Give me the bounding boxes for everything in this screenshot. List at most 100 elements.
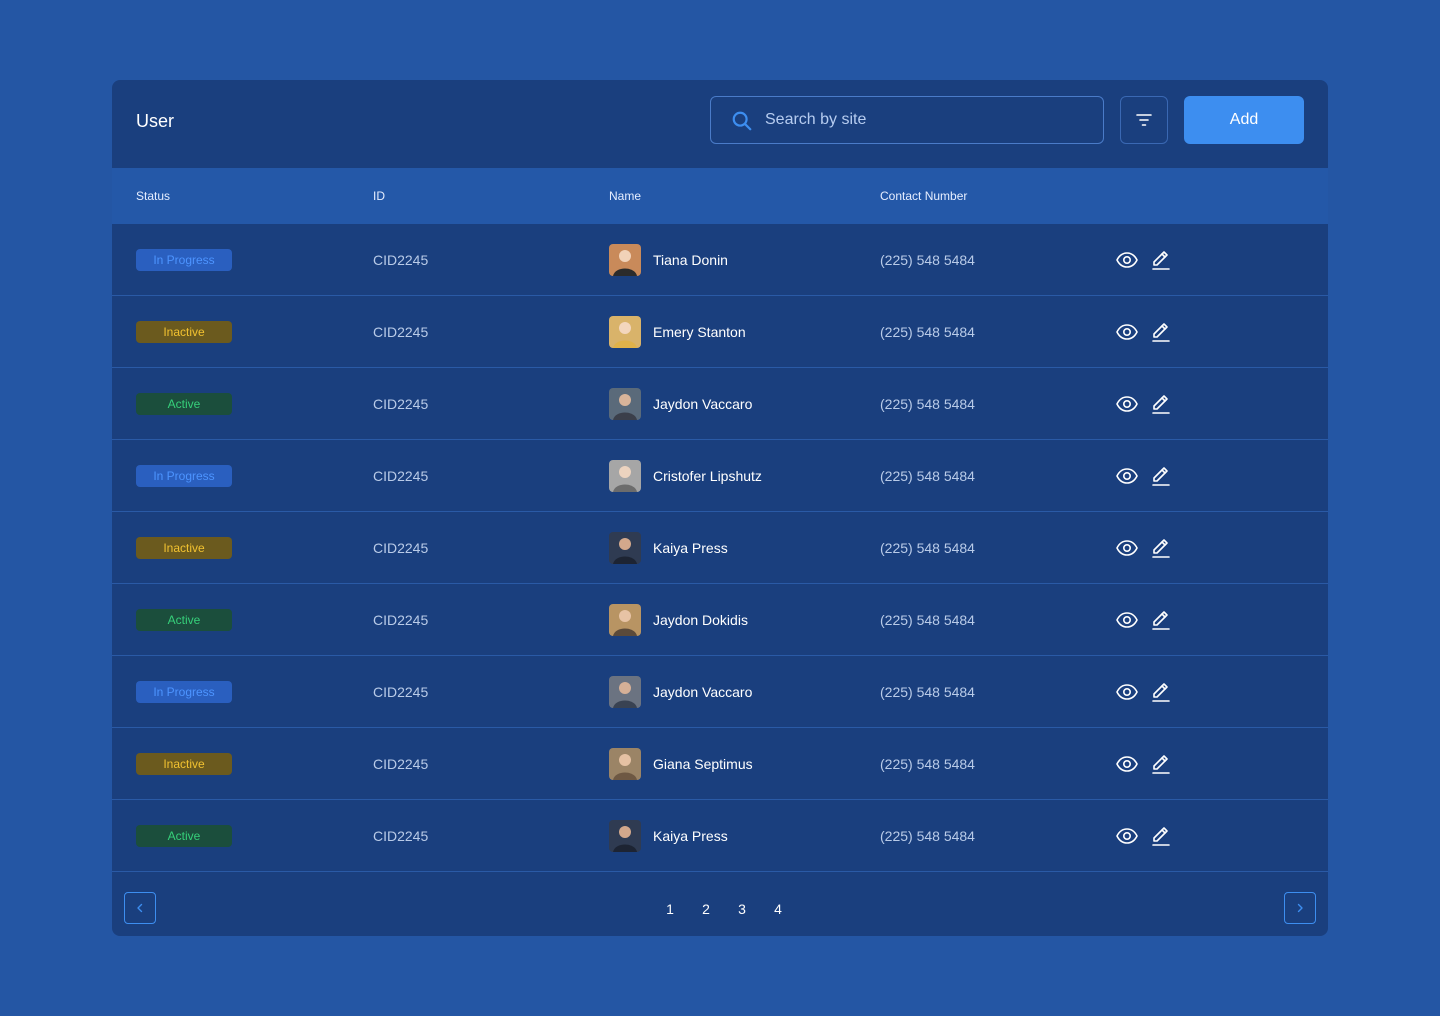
table-header-bar: User Add — [112, 80, 1328, 168]
table-column-headers: Status ID Name Contact Number — [112, 168, 1328, 224]
status-badge: Inactive — [136, 321, 232, 343]
edit-button[interactable] — [1149, 248, 1173, 272]
column-header-contact-number: Contact Number — [880, 189, 968, 203]
user-name: Emery Stanton — [653, 324, 746, 340]
user-id: CID2245 — [373, 756, 429, 772]
user-name: Kaiya Press — [653, 540, 728, 556]
contact-number: (225) 548 5484 — [880, 324, 975, 340]
user-name: Jaydon Vaccaro — [653, 396, 753, 412]
avatar — [609, 460, 641, 492]
contact-number: (225) 548 5484 — [880, 540, 975, 556]
user-table-card: User Add Status ID Name Contact Number I… — [112, 80, 1328, 936]
status-badge: Inactive — [136, 753, 232, 775]
status-badge: Active — [136, 609, 232, 631]
edit-button[interactable] — [1149, 608, 1173, 632]
edit-button[interactable] — [1149, 824, 1173, 848]
user-name: Jaydon Dokidis — [653, 612, 748, 628]
avatar — [609, 820, 641, 852]
page-number-2[interactable]: 2 — [688, 900, 724, 918]
chevron-right-icon — [1297, 903, 1303, 913]
eye-icon — [1116, 828, 1138, 844]
pencil-icon — [1152, 755, 1170, 774]
user-name: Kaiya Press — [653, 828, 728, 844]
page-number-1[interactable]: 1 — [652, 900, 688, 918]
search-input[interactable] — [765, 97, 1085, 143]
page-number-4[interactable]: 4 — [760, 900, 796, 918]
pencil-icon — [1152, 251, 1170, 270]
user-id: CID2245 — [373, 324, 429, 340]
page-number-3[interactable]: 3 — [724, 900, 760, 918]
eye-icon — [1116, 252, 1138, 268]
pencil-icon — [1152, 683, 1170, 702]
view-button[interactable] — [1115, 248, 1139, 272]
edit-button[interactable] — [1149, 752, 1173, 776]
column-header-status: Status — [136, 189, 171, 203]
eye-icon — [1116, 684, 1138, 700]
pencil-icon — [1152, 467, 1170, 486]
user-name: Tiana Donin — [653, 252, 728, 268]
chevron-left-icon — [137, 903, 143, 913]
table-body: In Progress CID2245 Tiana Donin (225) 54… — [112, 224, 1328, 872]
eye-icon — [1116, 324, 1138, 340]
add-button[interactable]: Add — [1184, 96, 1304, 144]
edit-button[interactable] — [1149, 536, 1173, 560]
edit-button[interactable] — [1149, 464, 1173, 488]
table-row-6: Active CID2245 Jaydon Dokidis (225) 548 … — [112, 584, 1328, 656]
page-numbers: 1 2 3 4 — [652, 900, 796, 918]
view-button[interactable] — [1115, 680, 1139, 704]
status-badge: In Progress — [136, 249, 232, 271]
user-id: CID2245 — [373, 828, 429, 844]
contact-number: (225) 548 5484 — [880, 396, 975, 412]
contact-number: (225) 548 5484 — [880, 252, 975, 268]
view-button[interactable] — [1115, 464, 1139, 488]
edit-button[interactable] — [1149, 392, 1173, 416]
column-header-name: Name — [609, 189, 642, 203]
eye-icon — [1116, 756, 1138, 772]
status-badge: Active — [136, 825, 232, 847]
eye-icon — [1116, 612, 1138, 628]
pencil-icon — [1152, 323, 1170, 342]
view-button[interactable] — [1115, 752, 1139, 776]
table-row-8: Inactive CID2245 Giana Septimus (225) 54… — [112, 728, 1328, 800]
view-button[interactable] — [1115, 392, 1139, 416]
next-page-button[interactable] — [1284, 892, 1316, 924]
status-badge: Inactive — [136, 537, 232, 559]
table-row-9: Active CID2245 Kaiya Press (225) 548 548… — [112, 800, 1328, 872]
edit-button[interactable] — [1149, 320, 1173, 344]
view-button[interactable] — [1115, 608, 1139, 632]
view-button[interactable] — [1115, 824, 1139, 848]
contact-number: (225) 548 5484 — [880, 612, 975, 628]
filter-icon — [1136, 114, 1152, 126]
edit-button[interactable] — [1149, 680, 1173, 704]
contact-number: (225) 548 5484 — [880, 468, 975, 484]
table-row-3: Active CID2245 Jaydon Vaccaro (225) 548 … — [112, 368, 1328, 440]
view-button[interactable] — [1115, 320, 1139, 344]
user-id: CID2245 — [373, 468, 429, 484]
table-row-4: In Progress CID2245 Cristofer Lipshutz (… — [112, 440, 1328, 512]
user-id: CID2245 — [373, 252, 429, 268]
avatar — [609, 676, 641, 708]
filter-button[interactable] — [1120, 96, 1168, 144]
eye-icon — [1116, 468, 1138, 484]
user-name: Cristofer Lipshutz — [653, 468, 762, 484]
previous-page-button[interactable] — [124, 892, 156, 924]
user-id: CID2245 — [373, 612, 429, 628]
avatar — [609, 316, 641, 348]
view-button[interactable] — [1115, 536, 1139, 560]
contact-number: (225) 548 5484 — [880, 756, 975, 772]
eye-icon — [1116, 540, 1138, 556]
table-row-7: In Progress CID2245 Jaydon Vaccaro (225)… — [112, 656, 1328, 728]
avatar — [609, 532, 641, 564]
status-badge: In Progress — [136, 681, 232, 703]
contact-number: (225) 548 5484 — [880, 684, 975, 700]
column-header-id: ID — [373, 189, 385, 203]
search-box[interactable] — [710, 96, 1104, 144]
pencil-icon — [1152, 395, 1170, 414]
pagination-bar: 1 2 3 4 — [112, 872, 1328, 936]
avatar — [609, 244, 641, 276]
eye-icon — [1116, 396, 1138, 412]
user-id: CID2245 — [373, 540, 429, 556]
avatar — [609, 604, 641, 636]
user-id: CID2245 — [373, 684, 429, 700]
user-name: Giana Septimus — [653, 756, 753, 772]
